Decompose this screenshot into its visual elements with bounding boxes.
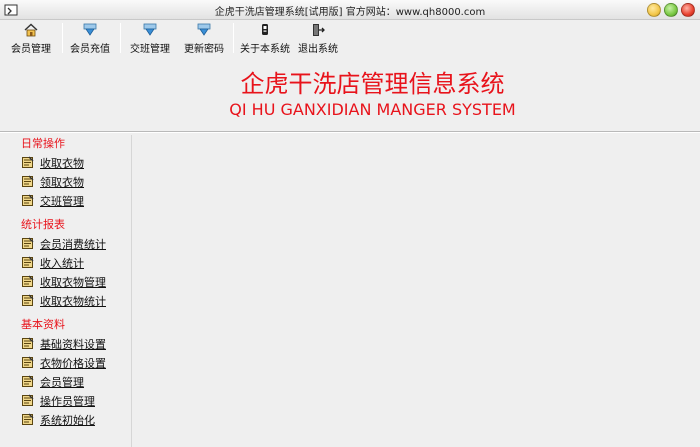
sidebar-item-clothes-price-settings[interactable]: 衣物价格设置 — [4, 353, 131, 372]
sidebar-item-member-consumption-stats[interactable]: 会员消费统计 — [4, 234, 131, 253]
toolbar-separator — [120, 23, 121, 53]
toolbar-button-exit[interactable]: 退出系统 — [296, 21, 340, 55]
sidebar-item-received-clothes-stats[interactable]: 收取衣物统计 — [4, 291, 131, 310]
sidebar-nav: 日常操作 收取衣物 领取衣物 交班管理 统计报表 会员消费统计 收入统计 收取衣… — [4, 135, 132, 447]
toolbar-label: 会员充值 — [70, 44, 110, 55]
main-content-area — [134, 135, 700, 447]
sidebar-item-income-stats[interactable]: 收入统计 — [4, 253, 131, 272]
sidebar-item-label: 交班管理 — [40, 194, 84, 208]
toolbar-separator — [233, 23, 234, 53]
toolbar-label: 交班管理 — [130, 44, 170, 55]
toolbar-button-update-password[interactable]: 更新密码 — [180, 21, 228, 55]
maximize-button[interactable] — [664, 3, 678, 17]
sidebar-item-label: 会员消费统计 — [40, 237, 106, 251]
sidebar-section-title: 基本资料 — [21, 318, 65, 331]
notebook-icon — [22, 413, 34, 425]
notebook-icon — [22, 194, 34, 206]
notebook-icon — [22, 294, 34, 306]
notebook-icon — [22, 337, 34, 349]
download-arrow-icon — [197, 23, 211, 36]
toolbar-label: 会员管理 — [11, 44, 51, 55]
sidebar-item-operator-management[interactable]: 操作员管理 — [4, 391, 131, 410]
download-arrow-icon — [83, 23, 97, 36]
sidebar-item-label: 基础资料设置 — [40, 337, 106, 351]
notebook-icon — [22, 156, 34, 168]
toolbar-button-member-management[interactable]: 会员管理 — [7, 21, 55, 55]
sidebar-item-receive-clothes[interactable]: 收取衣物 — [4, 153, 131, 172]
toolbar-label: 更新密码 — [184, 44, 224, 55]
notebook-icon — [22, 394, 34, 406]
sidebar-item-member-management[interactable]: 会员管理 — [4, 372, 131, 391]
toolbar-label: 退出系统 — [298, 44, 338, 55]
sidebar-section-title: 日常操作 — [21, 137, 65, 150]
toolbar-button-member-recharge[interactable]: 会员充值 — [66, 21, 114, 55]
sidebar-item-basic-data-settings[interactable]: 基础资料设置 — [4, 334, 131, 353]
download-arrow-icon — [143, 23, 157, 36]
sidebar-item-label: 会员管理 — [40, 375, 84, 389]
sidebar-item-collect-clothes[interactable]: 领取衣物 — [4, 172, 131, 191]
toolbar: 会员管理 会员充值 交班管理 更新密码 关于本系统 退出系统 — [0, 21, 700, 55]
notebook-icon — [22, 237, 34, 249]
banner-title-chinese: 企虎干洗店管理信息系统 — [240, 70, 505, 98]
sidebar-item-label: 系统初始化 — [40, 413, 95, 427]
sidebar-item-label: 收取衣物管理 — [40, 275, 106, 289]
sidebar-item-label: 领取衣物 — [40, 175, 84, 189]
notebook-icon — [22, 356, 34, 368]
sidebar-item-received-clothes-management[interactable]: 收取衣物管理 — [4, 272, 131, 291]
window-title: 企虎干洗店管理系统[试用版] 官方网站：www.qh8000.com — [214, 7, 486, 18]
divider — [0, 131, 700, 133]
toolbar-button-about[interactable]: 关于本系统 — [237, 21, 293, 55]
notebook-icon — [22, 375, 34, 387]
sidebar-item-label: 收取衣物统计 — [40, 294, 106, 308]
banner: 企虎干洗店管理信息系统 QI HU GANXIDIAN MANGER SYSTE… — [0, 56, 700, 128]
sidebar-item-system-init[interactable]: 系统初始化 — [4, 410, 131, 429]
sidebar-item-label: 操作员管理 — [40, 394, 95, 408]
close-button[interactable] — [681, 3, 695, 17]
app-window: 企虎干洗店管理系统[试用版] 官方网站：www.qh8000.com 会员管理 … — [0, 0, 700, 447]
toolbar-separator — [62, 23, 63, 53]
sidebar-section-title: 统计报表 — [21, 218, 65, 231]
toolbar-button-shift-management[interactable]: 交班管理 — [126, 21, 174, 55]
exit-door-icon — [313, 24, 325, 36]
notebook-icon — [22, 256, 34, 268]
notebook-icon — [22, 275, 34, 287]
sidebar-item-label: 衣物价格设置 — [40, 356, 106, 370]
minimize-button[interactable] — [647, 3, 661, 17]
title-bar[interactable]: 企虎干洗店管理系统[试用版] 官方网站：www.qh8000.com — [0, 0, 700, 20]
sidebar-item-label: 收入统计 — [40, 256, 84, 270]
home-icon — [24, 23, 38, 37]
notebook-icon — [22, 175, 34, 187]
sidebar-item-label: 收取衣物 — [40, 156, 84, 170]
about-icon — [262, 24, 268, 35]
sidebar-item-shift-management[interactable]: 交班管理 — [4, 191, 131, 210]
window-controls — [647, 3, 695, 17]
banner-title-english: QI HU GANXIDIAN MANGER SYSTEM — [229, 100, 516, 119]
toolbar-label: 关于本系统 — [240, 44, 290, 55]
